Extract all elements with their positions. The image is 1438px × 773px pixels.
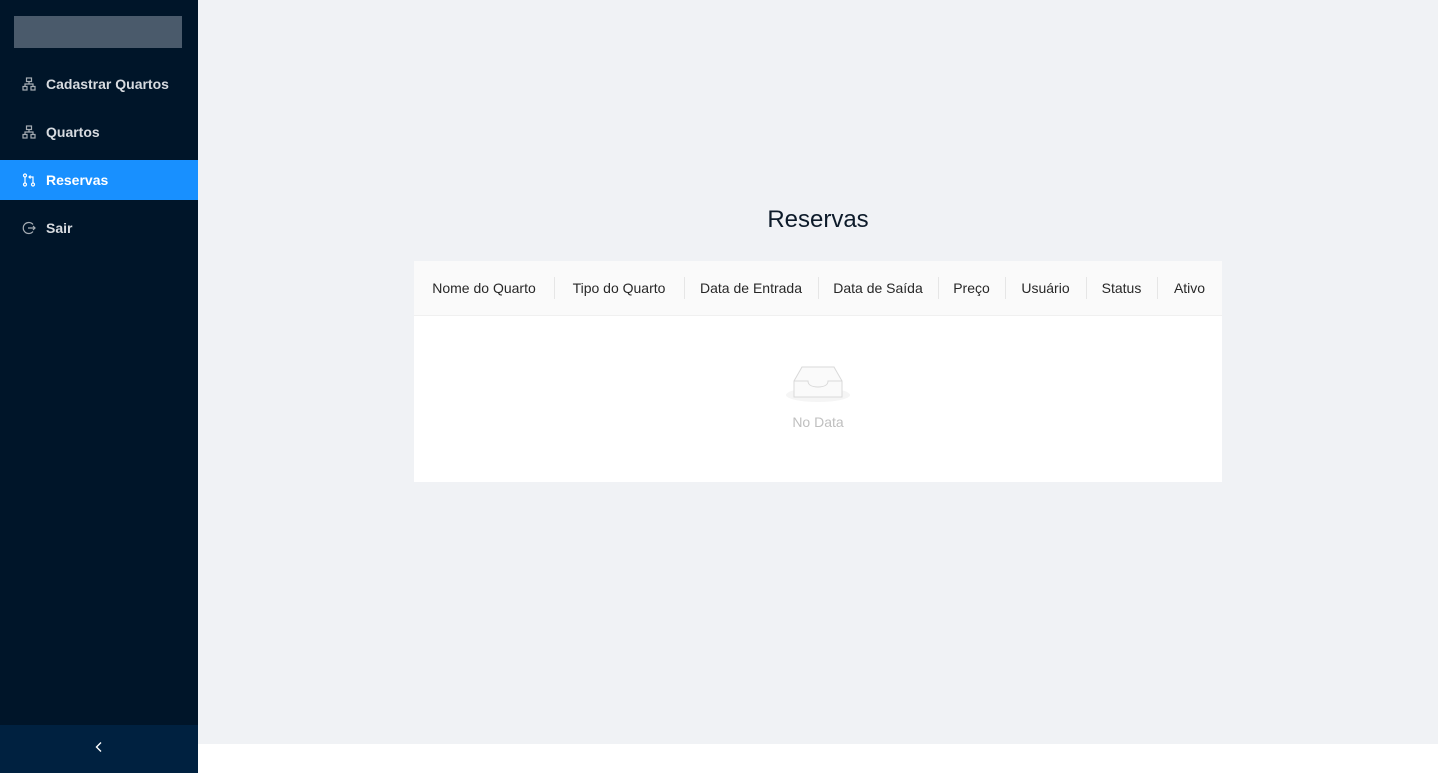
column-header: Ativo [1157,261,1222,315]
empty-text: No Data [792,414,844,430]
sidebar-item-reservas[interactable]: Reservas [0,160,198,200]
sidebar-collapse-button[interactable] [0,725,198,773]
footer [198,744,1438,773]
column-header: Status [1086,261,1157,315]
table-empty-state: No Data [414,316,1222,482]
sidebar-item-label: Sair [46,220,73,236]
column-header: Data de Entrada [684,261,818,315]
pull-request-icon [22,173,36,187]
inbox-icon [786,362,850,408]
column-header: Data de Saída [818,261,938,315]
sidebar: Cadastrar Quartos Quartos Reservas Sair [0,0,198,773]
logo [14,16,182,48]
column-header: Tipo do Quarto [554,261,684,315]
reservations-table: Nome do Quarto Tipo do Quarto Data de En… [414,261,1222,482]
table-header: Nome do Quarto Tipo do Quarto Data de En… [414,261,1222,316]
column-header: Usuário [1005,261,1086,315]
page-title: Reservas [767,206,869,233]
sidebar-menu: Cadastrar Quartos Quartos Reservas Sair [0,64,198,256]
chevron-left-icon [93,740,105,758]
sidebar-item-quartos[interactable]: Quartos [0,112,198,152]
sidebar-item-label: Reservas [46,172,109,188]
sidebar-item-label: Quartos [46,124,100,140]
apartment-icon [22,77,36,91]
apartment-icon [22,125,36,139]
column-header: Preço [938,261,1005,315]
app-layout: Cadastrar Quartos Quartos Reservas Sair … [0,0,1438,773]
column-header: Nome do Quarto [432,280,536,296]
sidebar-item-label: Cadastrar Quartos [46,76,169,92]
sidebar-item-cadastrar-quartos[interactable]: Cadastrar Quartos [0,64,198,104]
main-content: Reservas Nome do Quarto Tipo do Quarto D… [198,0,1438,744]
logout-icon [22,221,36,235]
sidebar-item-sair[interactable]: Sair [0,208,198,248]
